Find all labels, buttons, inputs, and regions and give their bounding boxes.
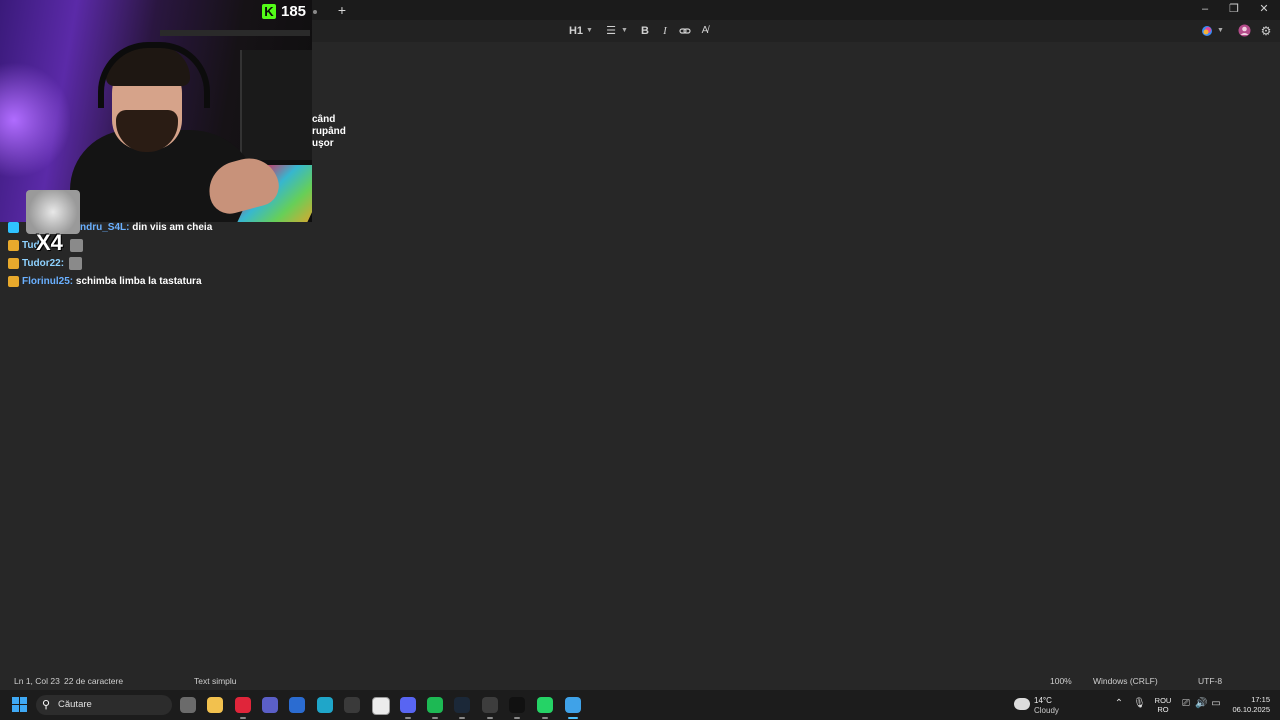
opera-gx-app-icon[interactable] [235, 697, 251, 713]
windows-logo-icon [20, 697, 27, 704]
chevron-down-icon: ▼ [621, 27, 628, 34]
chat-text: schimba limba la tastatura [75, 276, 202, 287]
chevron-down-icon: ▼ [586, 27, 593, 34]
system-clock[interactable]: 17:15 06.10.2025 [1224, 695, 1270, 715]
running-indicator [405, 717, 411, 719]
chat-message: Florinul25: schimba limba la tastatura [8, 275, 202, 289]
running-indicator [432, 717, 438, 719]
battery-icon[interactable]: ▭ [1210, 698, 1222, 710]
background-monitor [240, 50, 312, 160]
capcut-app-icon[interactable] [509, 697, 525, 713]
heading-dropdown[interactable]: H1 [568, 24, 584, 38]
taskbar: ⚲ Căutare 14°C Cloudy ⌃ 🎙 ROU RO ⎚ 🔊 ▭ 1… [0, 690, 1280, 720]
subscriber-badge-icon [8, 221, 19, 233]
editor-text-line: rupând [312, 126, 346, 137]
viewer-count: 185 [281, 3, 307, 20]
windows-logo-icon [12, 705, 19, 712]
chevron-down-icon: ▼ [1217, 27, 1224, 34]
windows-logo-icon [20, 705, 27, 712]
keyboard-layout: RO [1157, 705, 1169, 714]
gear-icon[interactable]: ⚙ [1259, 24, 1273, 38]
profile-icon[interactable] [1237, 24, 1251, 38]
running-indicator [568, 717, 578, 719]
windows-start-button[interactable] [12, 697, 28, 713]
chat-username: Florinul25: [22, 276, 74, 287]
copilot-icon[interactable] [1200, 24, 1214, 38]
file-format[interactable]: Text simplu [194, 676, 237, 686]
unity-app-icon[interactable] [344, 697, 360, 713]
clear-format-icon[interactable]: A̸ [698, 24, 712, 38]
link-icon[interactable] [678, 24, 692, 38]
crown-badge-icon [8, 258, 19, 269]
minimize-button[interactable]: – [1198, 2, 1212, 16]
volume-icon[interactable]: 🔊 [1195, 698, 1207, 710]
sticker-image [26, 190, 80, 234]
task-view-app-icon[interactable] [180, 697, 196, 713]
chat-username: ndru_S4L: [80, 222, 130, 233]
encoding[interactable]: UTF-8 [1198, 676, 1222, 686]
sticker-multiplier: X4 [36, 230, 63, 255]
clock-time: 17:15 [1251, 695, 1270, 704]
steam-app-icon[interactable] [454, 697, 470, 713]
cursor-position[interactable]: Ln 1, Col 23 [14, 676, 60, 686]
italic-button[interactable]: I [658, 24, 672, 38]
chevron-up-icon[interactable]: ⌃ [1113, 698, 1125, 710]
character-count: 22 de caractere [64, 676, 124, 686]
file-explorer-app-icon[interactable] [207, 697, 223, 713]
background-shelf [160, 30, 310, 36]
headphones [98, 42, 210, 108]
spotify-app-icon[interactable] [427, 697, 443, 713]
clock-date: 06.10.2025 [1232, 705, 1270, 714]
microsoft-store-app-icon[interactable] [372, 697, 390, 715]
teams-app-icon[interactable] [262, 697, 278, 713]
running-indicator [514, 717, 520, 719]
notepad-app-icon[interactable] [565, 697, 581, 713]
chat-sticker: X4 [26, 190, 80, 260]
running-indicator [459, 717, 465, 719]
close-button[interactable]: ✕ [1257, 2, 1271, 16]
line-ending[interactable]: Windows (CRLF) [1093, 676, 1158, 686]
crown-badge-icon [8, 275, 19, 287]
chat-text: din viis am cheia [132, 222, 213, 233]
obs-app-icon[interactable] [482, 697, 498, 713]
running-indicator [240, 717, 246, 719]
bold-button[interactable]: B [638, 24, 652, 38]
kick-logo-icon: K [262, 4, 276, 19]
list-icon[interactable]: ☰ [604, 24, 618, 38]
webcam-overlay [0, 0, 312, 222]
edge-app-icon[interactable] [317, 697, 333, 713]
word-app-icon[interactable] [289, 697, 305, 713]
editor-text-line: uşor [312, 138, 334, 149]
weather-temperature: 14°C [1034, 696, 1052, 705]
search-placeholder: Căutare [58, 699, 92, 710]
input-language[interactable]: ROU RO [1152, 696, 1174, 714]
zoom-level[interactable]: 100% [1050, 676, 1072, 686]
cloud-icon [1014, 698, 1030, 710]
live-dot-icon [313, 10, 317, 14]
weather-description: Cloudy [1034, 706, 1059, 715]
new-tab-button[interactable]: + [336, 3, 348, 17]
running-indicator [542, 717, 548, 719]
windows-logo-icon [12, 697, 19, 704]
search-icon: ⚲ [42, 699, 51, 711]
discord-app-icon[interactable] [400, 697, 416, 713]
background-light [0, 60, 70, 180]
running-indicator [487, 717, 493, 719]
taskbar-search[interactable]: ⚲ Căutare [36, 695, 172, 715]
whatsapp-app-icon[interactable] [537, 697, 553, 713]
language-code: ROU [1154, 696, 1172, 705]
status-bar: Ln 1, Col 23 22 de caractere Text simplu… [0, 670, 1280, 690]
microphone-icon[interactable]: 🎙 [1133, 698, 1146, 710]
editor-text-line: când [312, 114, 336, 125]
restore-button[interactable]: ❐ [1227, 2, 1241, 16]
crown-badge-icon [8, 240, 19, 251]
network-icon[interactable]: ⎚ [1180, 698, 1192, 710]
